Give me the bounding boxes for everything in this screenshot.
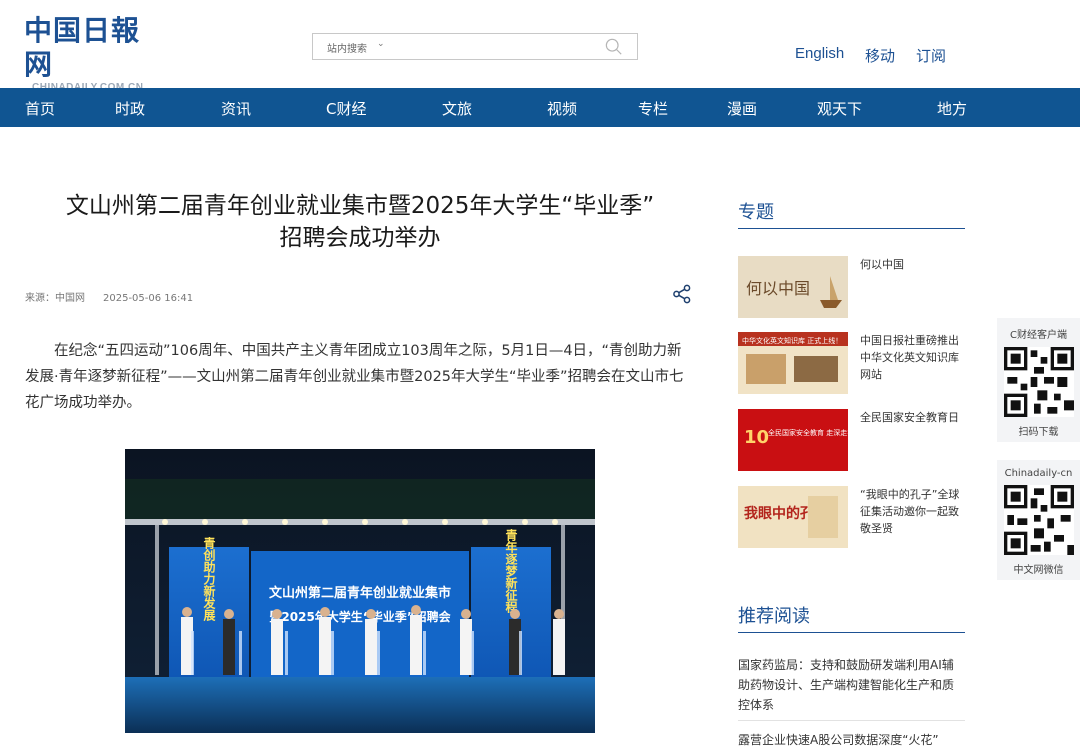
article-source: 来源：中国网 [25,293,85,304]
qr-code-icon [1003,347,1074,417]
main-nav: 首页 时政 资讯 C财经 文旅 视频 专栏 漫画 观天下 地方 [0,88,1080,127]
article-date: 2025-05-06 16:41 [103,293,194,304]
recommend-item-divider [738,720,965,721]
nav-item-home[interactable]: 首页 [25,98,55,119]
stage-photo-illustration: 文山州第二届青年创业就业集市 暨2025年大学生“毕业季”招聘会 青创助力新发展… [125,449,595,733]
recommend-item[interactable]: 国家药监局：支持和鼓励研发端利用AI辅助药物设计、生产端构建智能化生产和质控体系 [738,655,965,715]
qr-code-icon [1003,485,1074,555]
search-scope-select[interactable]: 站内搜索 [327,40,367,55]
topic-title[interactable]: “我眼中的孔子”全球征集活动邀你一起致敬圣贤 [860,486,965,537]
nav-item-local[interactable]: 地方 [937,98,967,119]
nav-item-finance[interactable]: C财经 [326,98,366,119]
topic-thumb-text: 何以中国 [746,279,810,298]
nav-item-news[interactable]: 资讯 [221,98,251,119]
article-title-line2: 招聘会成功举办 [279,225,441,251]
topic-title[interactable]: 全民国家安全教育日 [860,409,965,426]
topics-divider [738,228,965,229]
wechat-qr-title: Chinadaily-cn [1004,468,1073,479]
topic-thumbnail[interactable]: 中华文化英文知识库 正式上线！ [738,332,848,394]
share-icon[interactable] [672,284,692,304]
nav-item-culture-travel[interactable]: 文旅 [442,98,472,119]
topic-thumbnail[interactable]: 10 全民国家安全教育 走深走实十周年 [738,409,848,471]
recommend-heading: 推荐阅读 [738,606,810,627]
nav-item-video[interactable]: 视频 [547,98,577,119]
article-title: 文山州第二届青年创业就业集市暨2025年大学生“毕业季” 招聘会成功举办 [30,190,690,254]
site-header: 中国日報网 CHINADAILY.COM.CN 站内搜索 ⌄ English 移… [0,0,1080,93]
topic-item[interactable]: 何以中国 何以中国 [738,256,965,318]
link-english[interactable]: English [795,45,844,62]
app-qr-title: C财经客户端 [1010,330,1067,341]
site-logo[interactable]: 中国日報网 CHINADAILY.COM.CN [24,14,164,93]
photo-left-banner: 青创助力新发展 [202,536,216,622]
search-icon[interactable] [605,38,623,56]
topic-item[interactable]: 我眼中的孔子 “我眼中的孔子”全球征集活动邀你一起致敬圣贤 [738,486,965,548]
article-photo: 文山州第二届青年创业就业集市 暨2025年大学生“毕业季”招聘会 青创助力新发展… [125,449,595,733]
wechat-qr-panel: Chinadaily-cn 中文网微信 [997,460,1080,580]
photo-screen-line1: 文山州第二届青年创业就业集市 [269,585,451,601]
nav-item-world[interactable]: 观天下 [817,98,862,119]
link-mobile[interactable]: 移动 [865,45,895,66]
topic-thumb-text: 中华文化英文知识库 正式上线！ [742,336,842,345]
svg-text:10: 10 [744,427,769,448]
wechat-qr-caption: 中文网微信 [1013,565,1064,576]
article-paragraph: 在纪念“五四运动”106周年、中国共产主义青年团成立103周年之际，5月1日—4… [25,343,684,411]
topic-title[interactable]: 何以中国 [860,256,965,273]
nav-item-politics[interactable]: 时政 [115,98,145,119]
topic-thumb-text: 全民国家安全教育 走深走实十周年 [768,428,848,437]
topic-thumbnail[interactable]: 何以中国 [738,256,848,318]
app-qr-panel: C财经客户端 扫码下载 [997,318,1080,442]
chevron-down-icon[interactable]: ⌄ [377,39,385,49]
article-title-line1: 文山州第二届青年创业就业集市暨2025年大学生“毕业季” [65,193,655,219]
recommend-item[interactable]: 露营企业快速A股公司数据深度“火花” [738,730,965,750]
logo-chinese: 中国日報网 [24,14,141,81]
app-qr-caption: 扫码下载 [1018,427,1059,438]
search-box[interactable]: 站内搜索 ⌄ [312,33,638,60]
nav-item-columns[interactable]: 专栏 [638,98,668,119]
photo-right-banner: 青年逐梦新征程 [504,528,518,614]
topic-item[interactable]: 中华文化英文知识库 正式上线！ 中国日报社重磅推出中华文化英文知识库网站 [738,332,965,394]
topic-item[interactable]: 10 全民国家安全教育 走深走实十周年 全民国家安全教育日 [738,409,965,471]
photo-screen-line2: 暨2025年大学生“毕业季”招聘会 [269,609,451,624]
topics-heading: 专题 [738,202,774,223]
topic-thumbnail[interactable]: 我眼中的孔子 [738,486,848,548]
nav-item-comics[interactable]: 漫画 [727,98,757,119]
recommend-divider [738,632,965,633]
link-subscribe[interactable]: 订阅 [916,45,946,66]
topic-title[interactable]: 中国日报社重磅推出中华文化英文知识库网站 [860,332,965,383]
article-meta: 来源：中国网 2025-05-06 16:41 [25,289,193,304]
